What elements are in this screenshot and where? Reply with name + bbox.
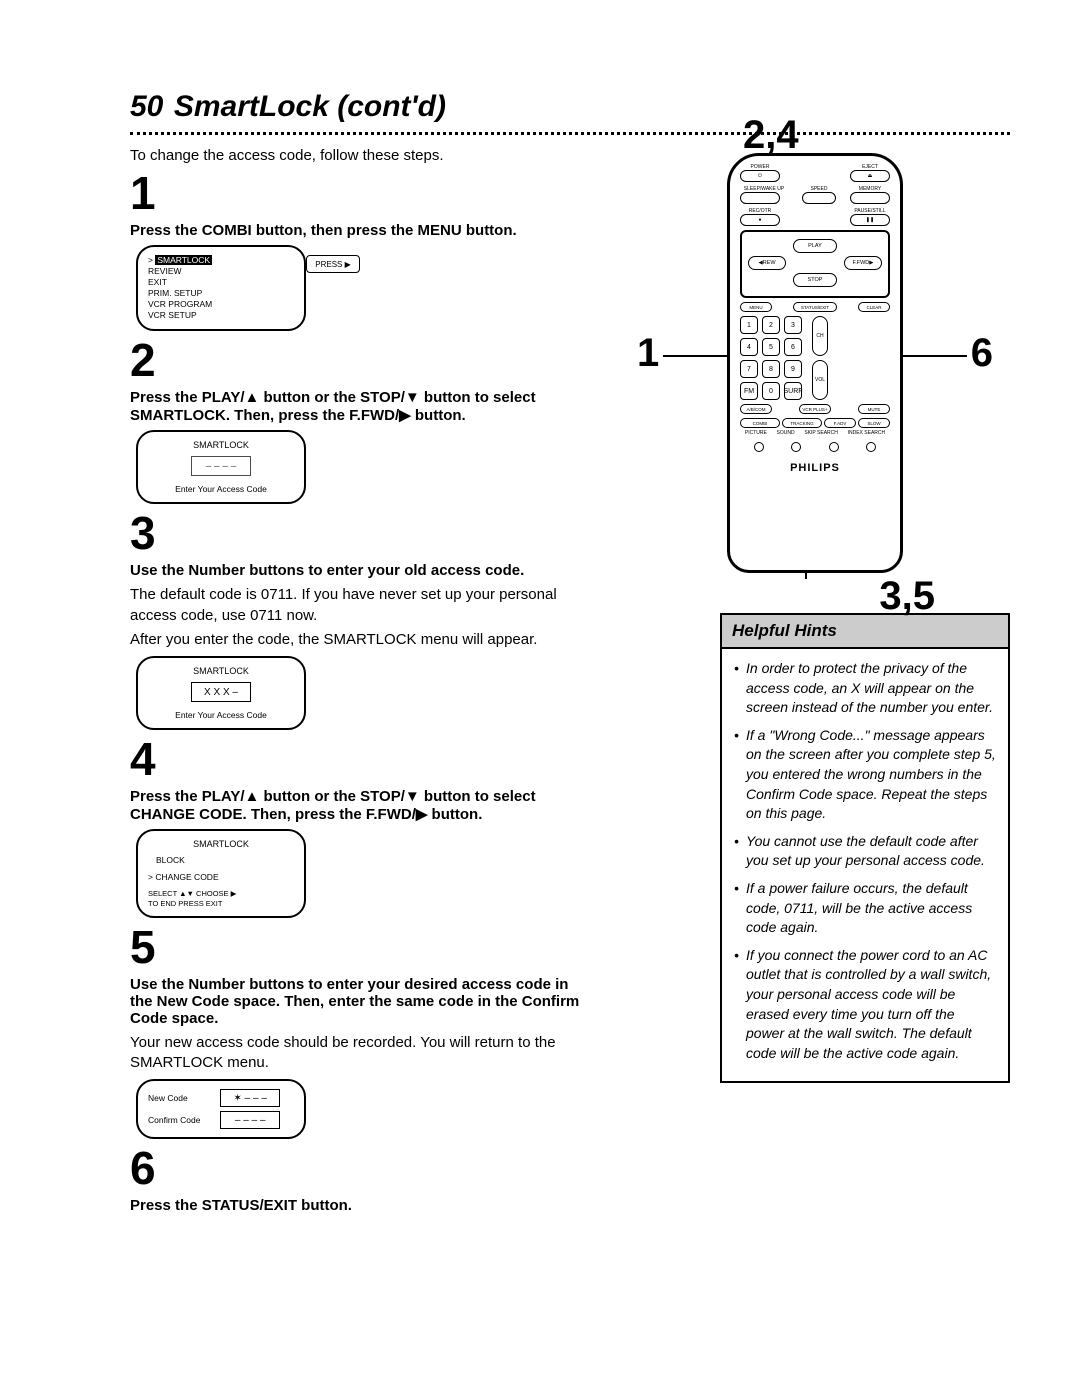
code-masked-box: X X X – — [191, 682, 251, 702]
rew-button[interactable]: ◀ REW — [748, 256, 786, 270]
channel-rocker[interactable]: CH — [812, 316, 828, 356]
menu-button[interactable]: MENU — [740, 302, 772, 312]
page-header: 50 SmartLock (cont'd) — [130, 90, 1010, 124]
osd-screen-change-code: SMARTLOCK BLOCK > CHANGE CODE SELECT ▲▼ … — [136, 829, 306, 918]
tracking-button[interactable]: TRACKING — [782, 418, 822, 428]
picture-button[interactable] — [754, 442, 764, 452]
press-indicator: PRESS ▶ — [306, 255, 360, 273]
step-5-body: Your new access code should be recorded.… — [130, 1033, 590, 1074]
step-4-head: Press the PLAY/▲ button or the STOP/▼ bu… — [130, 788, 590, 823]
step-2-head: Press the PLAY/▲ button or the STOP/▼ bu… — [130, 389, 590, 424]
code-entry-box: – – – – — [191, 456, 251, 476]
number-pad: 1 2 3 4 5 6 7 8 9 FM 0 SURF — [740, 316, 802, 400]
step-3-body-2: After you enter the code, the SMARTLOCK … — [130, 630, 590, 650]
num-6[interactable]: 6 — [784, 338, 802, 356]
status-exit-button[interactable]: STATUS/EXIT — [793, 302, 837, 312]
slow-button[interactable]: SLOW — [858, 418, 890, 428]
sleep-button[interactable] — [740, 192, 780, 204]
callout-3-5: 3,5 — [879, 574, 935, 619]
remote-column: 2,4 1 6 3,5 POWER ⏻ EJECT ⏏ — [620, 147, 1010, 1220]
new-code-box: ✶ – – – — [220, 1089, 280, 1107]
osd-screen-menu: > SMARTLOCK REVIEW EXIT PRIM. SETUP VCR … — [136, 245, 306, 331]
page-title: SmartLock (cont'd) — [174, 90, 446, 123]
remote-control: POWER ⏻ EJECT ⏏ SLEEP/WAKE UP SPEED MEMO… — [727, 153, 903, 573]
num-2[interactable]: 2 — [762, 316, 780, 334]
callout-line — [663, 355, 727, 357]
callout-2-4: 2,4 — [743, 113, 799, 158]
hint-item: In order to protect the privacy of the a… — [734, 659, 996, 718]
step-1-number: 1 — [130, 170, 590, 216]
surf-button[interactable]: SURF — [784, 382, 802, 400]
hint-item: If you connect the power cord to an AC o… — [734, 946, 996, 1064]
hint-item: If a "Wrong Code..." message appears on … — [734, 726, 996, 824]
num-1[interactable]: 1 — [740, 316, 758, 334]
osd-screen-masked-code: SMARTLOCK X X X – Enter Your Access Code — [136, 656, 306, 730]
volume-rocker[interactable]: VOL — [812, 360, 828, 400]
skip-search-button[interactable] — [829, 442, 839, 452]
steps-column: To change the access code, follow these … — [130, 147, 590, 1220]
transport-cluster: PLAY ◀ REW F.FWD ▶ STOP — [740, 230, 890, 298]
ffwd-button[interactable]: F.FWD ▶ — [844, 256, 882, 270]
step-3-head: Use the Number buttons to enter your old… — [130, 562, 590, 579]
step-1-head: Press the COMBI button, then press the M… — [130, 222, 590, 239]
step-3-number: 3 — [130, 510, 590, 556]
ab-com-button[interactable]: A/B/COM — [740, 404, 772, 414]
callout-line — [903, 355, 967, 357]
clear-button[interactable]: CLEAR — [858, 302, 890, 312]
num-7[interactable]: 7 — [740, 360, 758, 378]
hints-title: Helpful Hints — [722, 615, 1008, 649]
step-6-number: 6 — [130, 1145, 590, 1191]
fadv-button[interactable]: F.ADV — [824, 418, 856, 428]
step-2-number: 2 — [130, 337, 590, 383]
intro-text: To change the access code, follow these … — [130, 147, 590, 164]
num-3[interactable]: 3 — [784, 316, 802, 334]
callout-6: 6 — [971, 331, 993, 376]
step-5-head: Use the Number buttons to enter your des… — [130, 976, 590, 1027]
osd-screen-enter-code: SMARTLOCK – – – – Enter Your Access Code — [136, 430, 306, 504]
step-5-number: 5 — [130, 924, 590, 970]
memory-button[interactable] — [850, 192, 890, 204]
num-8[interactable]: 8 — [762, 360, 780, 378]
pause-button[interactable]: ❚❚ — [850, 214, 890, 226]
play-button[interactable]: PLAY — [793, 239, 837, 253]
confirm-code-box: – – – – — [220, 1111, 280, 1129]
index-search-button[interactable] — [866, 442, 876, 452]
step-4-number: 4 — [130, 736, 590, 782]
mute-button[interactable]: MUTE — [858, 404, 890, 414]
rec-otr-button[interactable]: ● — [740, 214, 780, 226]
hint-item: If a power failure occurs, the default c… — [734, 879, 996, 938]
speed-button[interactable] — [802, 192, 836, 204]
num-9[interactable]: 9 — [784, 360, 802, 378]
num-5[interactable]: 5 — [762, 338, 780, 356]
power-button[interactable]: ⏻ — [740, 170, 780, 182]
num-0[interactable]: 0 — [762, 382, 780, 400]
num-4[interactable]: 4 — [740, 338, 758, 356]
step-3-body-1: The default code is 0711. If you have ne… — [130, 585, 590, 626]
eject-button[interactable]: ⏏ — [850, 170, 890, 182]
page-number: 50 — [130, 90, 163, 123]
step-6-head: Press the STATUS/EXIT button. — [130, 1197, 590, 1214]
callout-1: 1 — [637, 331, 659, 376]
hint-item: You cannot use the default code after yo… — [734, 832, 996, 871]
combi-button[interactable]: COMBI — [740, 418, 780, 428]
dotted-rule — [130, 132, 1010, 135]
osd-screen-new-code: New Code ✶ – – – Confirm Code – – – – — [136, 1079, 306, 1139]
sound-button[interactable] — [791, 442, 801, 452]
brand-label: PHILIPS — [740, 462, 890, 474]
vcrplus-button[interactable]: VCR PLUS+ — [799, 404, 831, 414]
fm-button[interactable]: FM — [740, 382, 758, 400]
helpful-hints-box: Helpful Hints In order to protect the pr… — [720, 613, 1010, 1083]
stop-button[interactable]: STOP — [793, 273, 837, 287]
